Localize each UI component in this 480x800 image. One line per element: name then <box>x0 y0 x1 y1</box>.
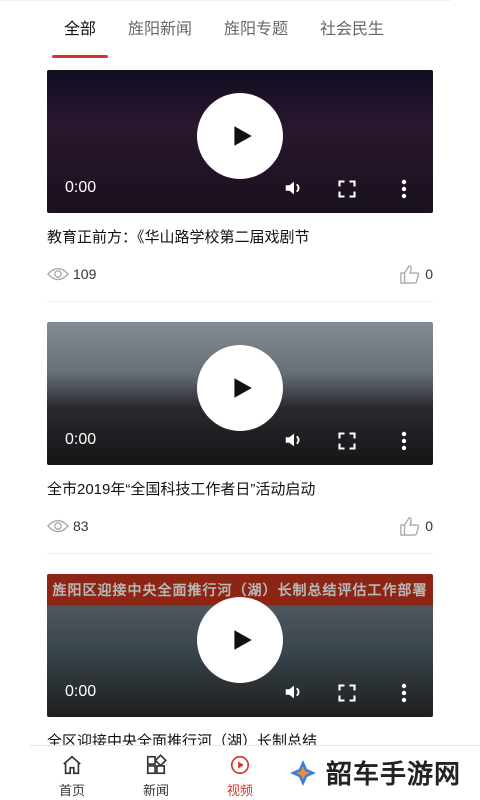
like-count[interactable]: 0 <box>399 516 433 536</box>
eye-icon <box>47 267 69 281</box>
video-player[interactable]: 0:00 <box>47 70 433 213</box>
view-count: 109 <box>47 265 96 283</box>
play-button[interactable] <box>197 345 283 431</box>
video-time: 0:00 <box>65 683 97 700</box>
more-options-icon[interactable] <box>401 683 407 703</box>
play-button[interactable] <box>197 93 283 179</box>
video-card: 0:00 全市2019年“全国科技工作者日”活动启动 83 0 <box>47 322 433 554</box>
video-meta: 109 0 <box>47 263 433 285</box>
video-icon <box>230 755 250 775</box>
volume-icon[interactable] <box>283 681 305 703</box>
watermark-text: 韶车手游网 <box>326 759 462 789</box>
tab-all[interactable]: 全部 <box>51 0 109 60</box>
more-options-icon[interactable] <box>401 179 407 199</box>
more-options-icon[interactable] <box>401 431 407 451</box>
fullscreen-icon[interactable] <box>337 431 357 451</box>
like-count-value: 0 <box>425 266 433 282</box>
fullscreen-icon[interactable] <box>337 179 357 199</box>
tab-jingyang-news[interactable]: 旌阳新闻 <box>128 0 192 60</box>
tab-social-livelihood[interactable]: 社会民生 <box>320 0 384 60</box>
play-icon <box>234 126 252 146</box>
play-icon <box>234 630 252 650</box>
play-icon <box>234 378 252 398</box>
nav-home-label: 首页 <box>58 783 85 798</box>
video-player[interactable]: 0:00 <box>47 322 433 465</box>
tab-jingyang-topics[interactable]: 旌阳专题 <box>224 0 288 60</box>
video-feed: 0:00 教育正前方：《华山路学校第二届戏剧节 109 0 0:00 全市201… <box>47 70 433 773</box>
nav-news[interactable]: 新闻 <box>114 746 198 800</box>
play-button[interactable] <box>197 597 283 683</box>
video-card: 0:00 教育正前方：《华山路学校第二届戏剧节 109 0 <box>47 70 433 302</box>
video-time: 0:00 <box>65 431 97 448</box>
view-count-value: 83 <box>73 518 89 534</box>
logo-icon <box>290 759 316 786</box>
nav-news-label: 新闻 <box>142 783 169 798</box>
video-time: 0:00 <box>65 179 97 196</box>
video-player[interactable]: 旌阳区迎接中央全面推行河（湖）长制总结评估工作部署会 0:00 <box>47 574 433 717</box>
like-count-value: 0 <box>425 518 433 534</box>
view-count: 83 <box>47 517 89 535</box>
divider <box>47 301 433 302</box>
video-title[interactable]: 教育正前方：《华山路学校第二届戏剧节 <box>47 227 433 249</box>
video-title[interactable]: 全市2019年“全国科技工作者日”活动启动 <box>47 479 433 501</box>
fullscreen-icon[interactable] <box>337 683 357 703</box>
like-count[interactable]: 0 <box>399 264 433 284</box>
divider <box>47 553 433 554</box>
volume-icon[interactable] <box>283 429 305 451</box>
view-count-value: 109 <box>73 266 97 282</box>
thumbs-up-icon <box>400 517 420 536</box>
video-card: 旌阳区迎接中央全面推行河（湖）长制总结评估工作部署会 0:00 全区迎接中央全面… <box>47 574 433 753</box>
nav-home[interactable]: 首页 <box>30 746 114 800</box>
home-icon <box>63 755 81 775</box>
volume-icon[interactable] <box>283 177 305 199</box>
nav-video[interactable]: 视频 <box>198 746 282 800</box>
grid-icon <box>146 754 167 775</box>
watermark: 韶车手游网 <box>288 754 461 791</box>
eye-icon <box>47 519 69 533</box>
nav-video-label: 视频 <box>226 783 253 798</box>
video-meta: 83 0 <box>47 515 433 537</box>
category-tabs: 全部 旌阳新闻 旌阳专题 社会民生 <box>0 0 450 60</box>
thumbs-up-icon <box>400 265 420 284</box>
